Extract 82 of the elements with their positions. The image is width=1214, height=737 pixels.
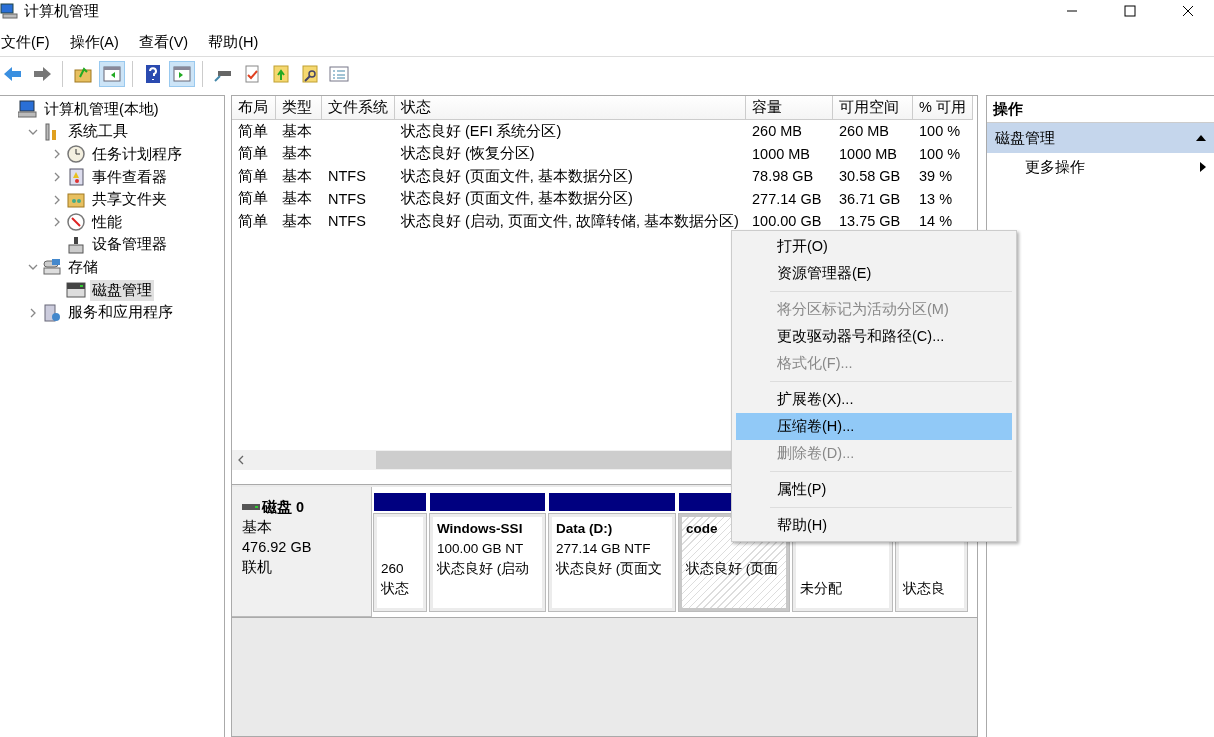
table-cell: 状态良好 (恢复分区) — [401, 145, 535, 162]
partition-detail: 状态良好 (页面文 — [556, 560, 663, 578]
table-cell: 13.75 GB — [839, 213, 901, 230]
partition-detail: 未分配 — [800, 580, 842, 598]
menu-item[interactable]: 打开(O) — [736, 233, 1012, 260]
partition-block[interactable]: Data (D:) 277.14 GB NTF 状态良好 (页面文 — [549, 514, 675, 611]
partition-block[interactable]: 260 状态 — [374, 514, 426, 611]
table-cell: 30.58 GB — [839, 168, 901, 185]
partition-detail: 状态良好 (启动 — [437, 560, 530, 578]
table-cell: 简单 — [238, 145, 268, 162]
menu-item[interactable]: 资源管理器(E) — [736, 260, 1012, 287]
partition-detail: 状态 — [381, 580, 409, 598]
tree-item[interactable]: 事件查看器 — [90, 166, 169, 188]
table-cell: 100 % — [919, 123, 961, 140]
menu-item[interactable]: 压缩卷(H)... — [736, 413, 1012, 440]
menu-item[interactable]: 操作(A) — [69, 33, 119, 56]
disk-name: 磁盘 0 — [262, 498, 305, 517]
table-cell: 简单 — [238, 190, 268, 207]
table-cell: 13 % — [919, 190, 953, 207]
partition-detail: 状态良好 (页面 — [686, 560, 779, 578]
table-cell: 78.98 GB — [752, 168, 814, 185]
table-cell: 260 MB — [752, 123, 802, 140]
table-cell: 36.71 GB — [839, 190, 901, 207]
column-header[interactable]: 布局 — [232, 96, 276, 120]
table-cell: 状态良好 (EFI 系统分区) — [401, 122, 562, 139]
column-header[interactable]: 可用空间 — [833, 96, 913, 120]
table-cell: 基本 — [282, 190, 312, 207]
menu-item[interactable]: 文件(F) — [1, 33, 50, 56]
table-cell: 277.14 GB — [752, 190, 822, 207]
table-cell: 基本 — [282, 167, 312, 184]
menu-item[interactable]: 更改驱动器号和路径(C)... — [736, 323, 1012, 350]
tree-item[interactable]: 设备管理器 — [90, 234, 169, 256]
partition-detail: 状态良 — [903, 580, 945, 598]
menu-item[interactable]: 查看(V) — [138, 33, 189, 56]
table-cell: 1000 MB — [839, 145, 898, 162]
table-cell: 1000 MB — [752, 145, 811, 162]
tree-item[interactable]: 共享文件夹 — [90, 189, 169, 211]
partition-name: Data (D:) — [556, 521, 613, 536]
tree-item[interactable]: 系统工具 — [66, 121, 130, 143]
table-cell: 简单 — [238, 122, 268, 139]
table-cell: NTFS — [328, 213, 366, 230]
table-cell: 状态良好 (启动, 页面文件, 故障转储, 基本数据分区) — [401, 212, 739, 229]
column-header[interactable]: 类型 — [276, 96, 322, 120]
table-cell: 100.00 GB — [752, 213, 822, 230]
table-cell: 基本 — [282, 212, 312, 229]
column-header[interactable]: 状态 — [395, 96, 746, 120]
tree-item[interactable]: 性能 — [90, 211, 124, 233]
tree-item[interactable]: 任务计划程序 — [90, 144, 184, 165]
actions-section[interactable]: 磁盘管理 — [987, 123, 1214, 153]
table-cell: 14 % — [919, 213, 953, 230]
table-cell: 基本 — [282, 122, 312, 139]
table-cell: 基本 — [282, 145, 312, 162]
partition-block[interactable]: Windows-SSI 100.00 GB NT 状态良好 (启动 — [430, 514, 545, 611]
partition-detail: 260 — [381, 560, 404, 578]
table-cell: 39 % — [919, 168, 953, 185]
partition-name: Windows-SSI — [437, 521, 523, 536]
tree-item[interactable]: 存储 — [66, 256, 100, 278]
partition-detail: 100.00 GB NT — [437, 540, 524, 558]
tree-item[interactable]: 服务和应用程序 — [66, 302, 175, 324]
table-cell: NTFS — [328, 190, 366, 207]
action-item[interactable]: 更多操作 — [987, 153, 1214, 181]
disk-status: 联机 — [242, 558, 273, 577]
menu-item[interactable]: 属性(P) — [736, 476, 1012, 503]
window-title: 计算机管理 — [24, 1, 99, 21]
partition-name: code — [686, 521, 718, 536]
table-cell: 状态良好 (页面文件, 基本数据分区) — [401, 190, 633, 207]
disk-size: 476.92 GB — [242, 538, 313, 557]
menu-item[interactable]: 帮助(H) — [208, 33, 259, 56]
tree-item[interactable]: 磁盘管理 — [90, 279, 154, 301]
column-header[interactable]: 文件系统 — [322, 96, 395, 120]
partition-detail: 277.14 GB NTF — [556, 540, 651, 558]
tree-item[interactable]: 计算机管理(本地) — [42, 98, 161, 120]
table-cell: 简单 — [238, 212, 268, 229]
table-cell: 260 MB — [839, 123, 889, 140]
table-cell: 100 % — [919, 145, 961, 162]
menu-item[interactable]: 扩展卷(X)... — [736, 386, 1012, 413]
disk-type: 基本 — [242, 518, 273, 537]
column-header[interactable]: 容量 — [746, 96, 833, 120]
table-cell: 简单 — [238, 167, 268, 184]
table-cell: 状态良好 (页面文件, 基本数据分区) — [401, 167, 633, 184]
table-cell: NTFS — [328, 168, 366, 185]
column-header[interactable]: % 可用 — [913, 96, 973, 120]
